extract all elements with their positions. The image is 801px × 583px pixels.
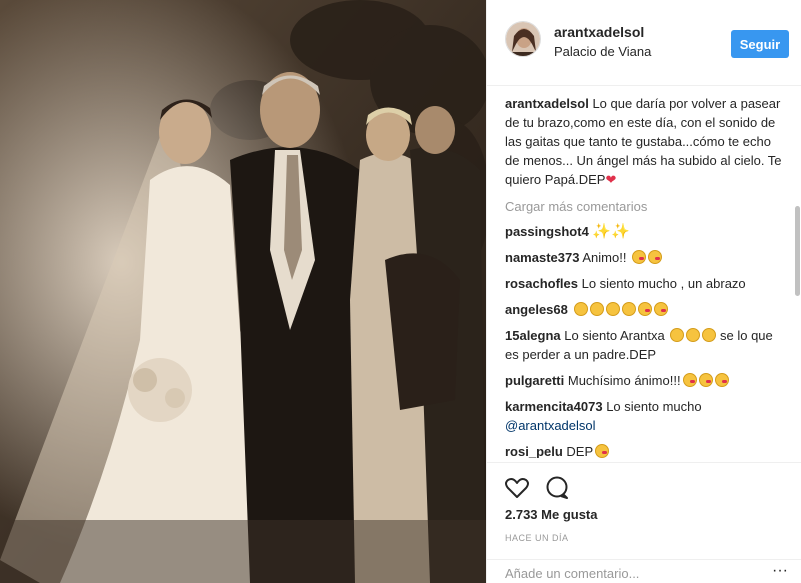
- wink-kiss-emoji-icon: [682, 373, 697, 387]
- wedding-photo-image: [0, 0, 486, 583]
- sad-emoji-icon: [621, 302, 636, 316]
- comment-item: karmencita4073 Lo siento mucho @arantxad…: [505, 397, 784, 435]
- post-actions: 2.733 Me gusta HACE UN DÍA ···: [487, 462, 801, 582]
- comment-username[interactable]: angeles68: [505, 302, 568, 317]
- comment-username[interactable]: namaste373: [505, 250, 579, 265]
- crying-emoji-icon: [702, 328, 717, 342]
- comment-text: Lo siento mucho: [606, 399, 702, 414]
- comment-item: namaste373 Animo!!: [505, 248, 784, 267]
- comment-item: pulgaretti Muchísimo ánimo!!!: [505, 371, 784, 390]
- red-heart-icon: ❤: [605, 172, 617, 187]
- comments-list[interactable]: arantxadelsol Lo que daría por volver a …: [487, 86, 801, 458]
- avatar[interactable]: [505, 21, 541, 57]
- wink-kiss-emoji-icon: [648, 250, 663, 264]
- wink-kiss-emoji-icon: [653, 302, 668, 316]
- comment-input[interactable]: [505, 566, 755, 581]
- comment-username[interactable]: 15alegna: [505, 328, 561, 343]
- comment-item: angeles68: [505, 300, 784, 319]
- crying-emoji-icon: [686, 328, 701, 342]
- comment-icon[interactable]: [544, 475, 570, 501]
- add-comment-bar: ···: [487, 559, 801, 583]
- comment-text: Lo siento Arantxa: [564, 328, 665, 343]
- comment-username[interactable]: karmencita4073: [505, 399, 603, 414]
- header-username[interactable]: arantxadelsol: [554, 24, 644, 40]
- sad-emoji-icon: [573, 302, 588, 316]
- comment-item: 15alegna Lo siento Arantxa se lo que es …: [505, 326, 784, 364]
- comment-username[interactable]: rosi_pelu: [505, 444, 563, 458]
- comment-text: Animo!!: [582, 250, 627, 265]
- wink-kiss-emoji-icon: [637, 302, 652, 316]
- wink-kiss-emoji-icon: [714, 373, 729, 387]
- comment-item: passingshot4 ✨✨: [505, 222, 784, 241]
- sparkles-icon: ✨✨: [592, 223, 630, 240]
- comment-text: Muchísimo ánimo!!!: [567, 373, 681, 388]
- post-header: arantxadelsol Palacio de Viana Seguir: [487, 0, 801, 86]
- caption-username[interactable]: arantxadelsol: [505, 96, 589, 111]
- comment-username[interactable]: pulgaretti: [505, 373, 564, 388]
- likes-count[interactable]: 2.733 Me gusta: [505, 507, 598, 522]
- post-time: HACE UN DÍA: [505, 533, 569, 543]
- avatar-image: [506, 22, 540, 56]
- post-photo[interactable]: [0, 0, 486, 583]
- crying-emoji-icon: [670, 328, 685, 342]
- sad-emoji-icon: [605, 302, 620, 316]
- comment-text: DEP: [566, 444, 594, 458]
- post-caption: arantxadelsol Lo que daría por volver a …: [505, 94, 784, 189]
- comment-username[interactable]: passingshot4: [505, 224, 589, 239]
- action-icons: [504, 475, 570, 501]
- heart-icon[interactable]: [504, 475, 530, 501]
- wink-kiss-emoji-icon: [595, 444, 610, 458]
- wink-kiss-emoji-icon: [698, 373, 713, 387]
- load-more-comments-link[interactable]: Cargar más comentarios: [505, 199, 784, 214]
- sad-emoji-icon: [589, 302, 604, 316]
- comments-scrollbar[interactable]: [795, 206, 800, 296]
- wink-kiss-emoji-icon: [632, 250, 647, 264]
- comment-text: Lo siento mucho , un abrazo: [581, 276, 746, 291]
- post-side-panel: arantxadelsol Palacio de Viana Seguir ar…: [486, 0, 801, 583]
- header-location[interactable]: Palacio de Viana: [554, 44, 651, 59]
- comment-username[interactable]: rosachofles: [505, 276, 578, 291]
- comment-item: rosachofles Lo siento mucho , un abrazo: [505, 274, 784, 293]
- comment-item: rosi_pelu DEP: [505, 442, 784, 458]
- follow-button[interactable]: Seguir: [731, 30, 789, 58]
- more-options-icon[interactable]: ···: [772, 563, 788, 579]
- comment-mention-link[interactable]: @arantxadelsol: [505, 418, 596, 433]
